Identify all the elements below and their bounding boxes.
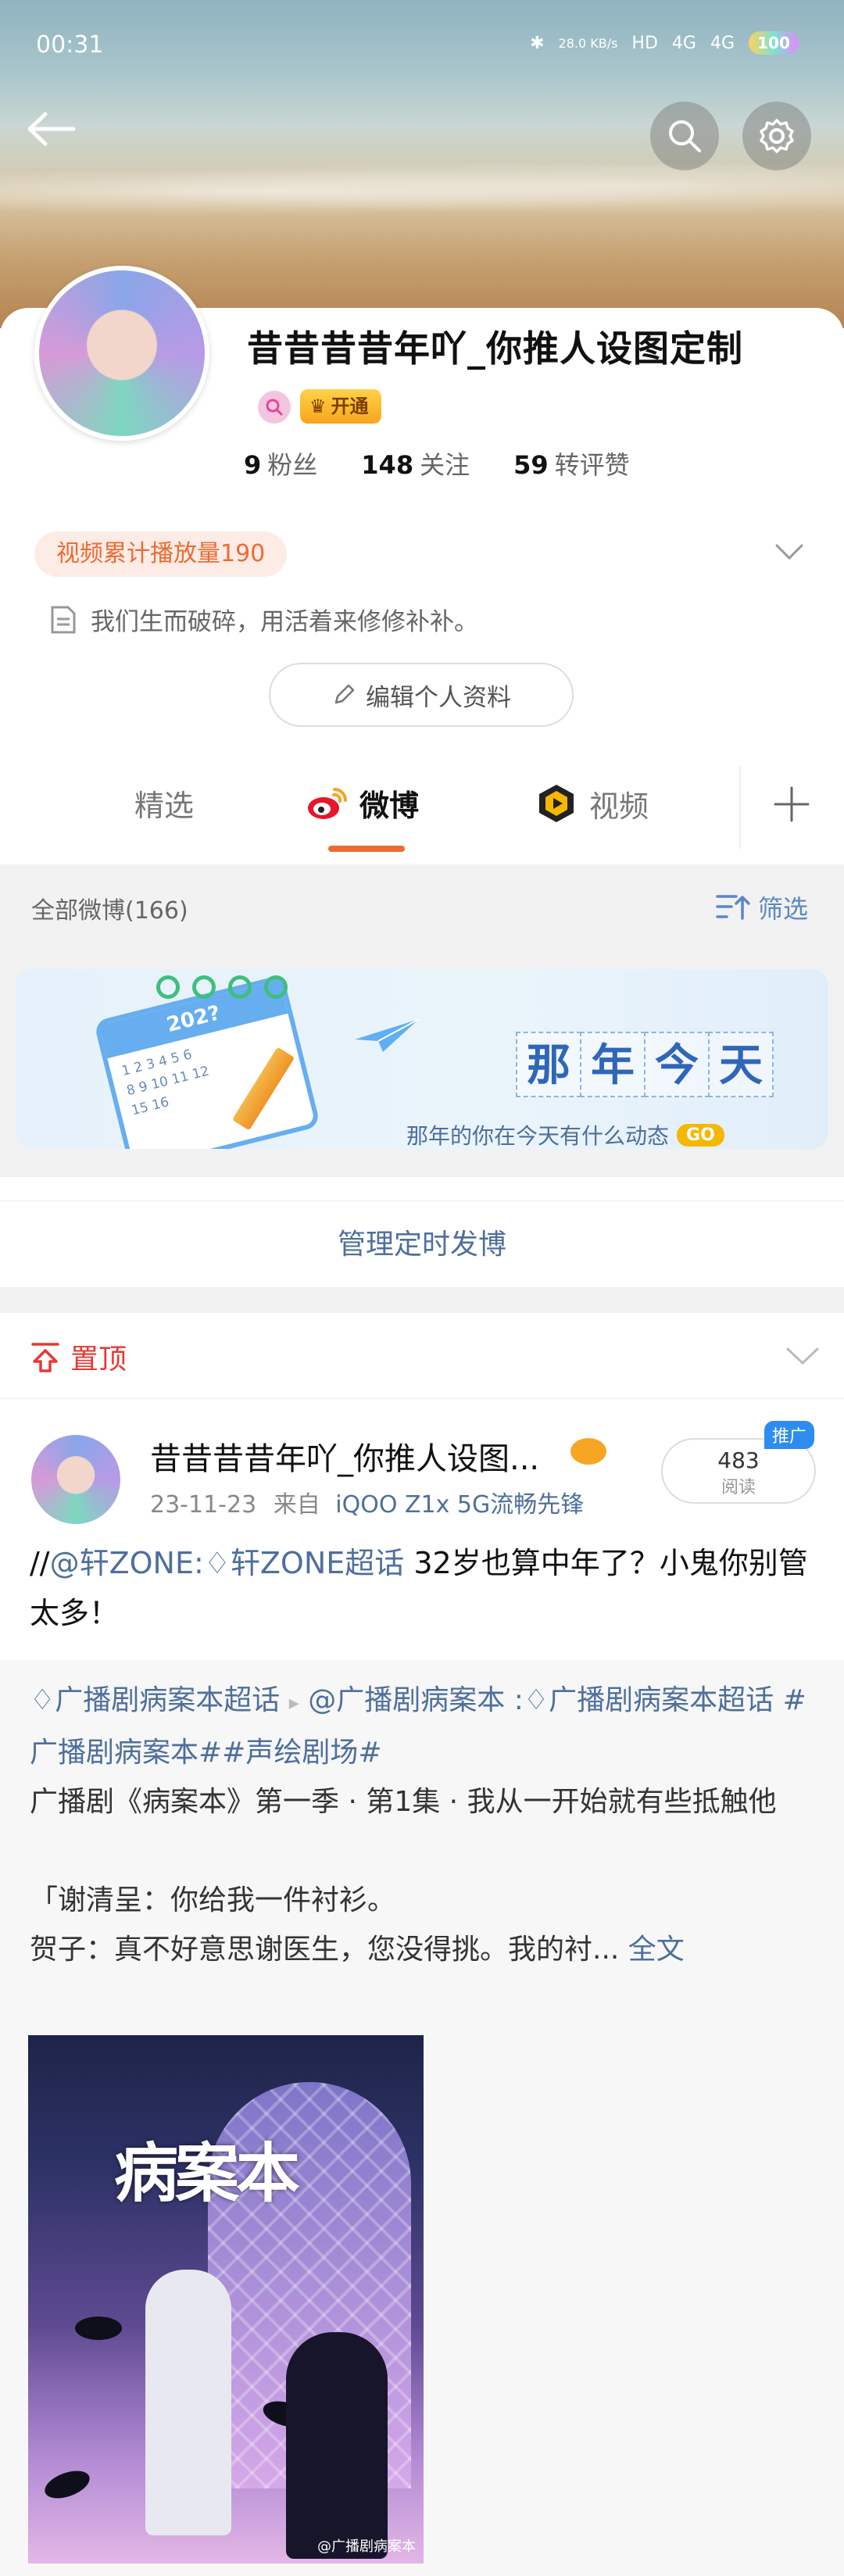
post-author-avatar[interactable] <box>31 1435 120 1524</box>
post-source[interactable]: iQOO Z1x 5G流畅先锋 <box>335 1491 584 1519</box>
back-arrow-icon[interactable] <box>23 109 86 159</box>
go-button[interactable]: GO <box>677 1123 724 1147</box>
character-figure-1 <box>145 2270 231 2535</box>
crown-icon: ♛ <box>309 395 327 417</box>
post-author-name[interactable]: 昔昔昔昔年吖_你推人设图... <box>150 1433 539 1479</box>
repost-text: ♢广播剧病案本超话 ▸ @广播剧病案本 :♢广播剧病案本超话 #广播剧病案本##… <box>30 1684 806 1966</box>
repost-line-2: 「谢清呈：你给我一件衬衫。 <box>30 1884 396 1916</box>
triangle-arrow-icon: ▸ <box>288 1691 299 1715</box>
memory-title: 那 年 今 天 <box>516 1032 774 1097</box>
repost-topic-link[interactable]: 广播剧病案本超话 <box>55 1684 280 1716</box>
settings-button[interactable] <box>742 102 811 170</box>
manage-scheduled-posts-button[interactable]: 管理定时发博 <box>0 1200 844 1288</box>
repost-line-3: 贺子：真不好意思谢医生，您没得挑。我的衬... <box>30 1934 620 1966</box>
gear-icon <box>760 119 794 153</box>
crow-silhouette <box>41 2465 94 2504</box>
add-tab-icon[interactable] <box>772 785 811 827</box>
net-speed: 28.0 KB/s <box>558 35 618 51</box>
super-topic-diamond-icon: ♢ <box>30 1684 55 1716</box>
active-tab-indicator <box>328 846 405 852</box>
memory-subtitle: 那年的你在今天有什么动态 GO <box>406 1119 724 1149</box>
paper-plane-icon <box>352 1016 422 1058</box>
poster-title: 病案本 <box>114 2137 300 2211</box>
full-text-link[interactable]: 全文 <box>628 1934 685 1966</box>
super-topic-diamond-icon: ♢ <box>203 1546 231 1580</box>
tab-divider <box>739 766 741 849</box>
search-icon <box>669 120 701 152</box>
filter-bar: 全部微博(166) 筛选 <box>0 864 844 950</box>
vip-open-label: 开通 <box>331 395 369 417</box>
promote-badge[interactable]: 推广 <box>764 1421 815 1449</box>
status-time: 00:31 <box>36 31 104 59</box>
video-hexagon-icon <box>539 785 574 822</box>
tab-featured[interactable]: 精选 <box>134 782 194 825</box>
post-text: //@轩ZONE:♢轩ZONE超话 32岁也算中年了？小鬼你别管太多！ <box>30 1538 814 1638</box>
memory-banner-section: 202? 1 2 3 4 5 6 8 9 10 11 12 15 16 那 年 … <box>0 950 844 1177</box>
status-icons: ✱ 28.0 KB/s HD 4G 4G 100 <box>530 31 799 55</box>
video-play-count-badge[interactable]: 视频累计播放量190 <box>34 531 288 577</box>
crow-silhouette <box>75 2317 122 2340</box>
verification-badge[interactable] <box>258 391 291 424</box>
filter-sort-icon <box>716 895 750 920</box>
post-menu-chevron-icon[interactable] <box>785 1346 821 1369</box>
tab-weibo[interactable]: 微博 <box>305 782 419 825</box>
filter-button[interactable]: 筛选 <box>716 889 808 925</box>
status-bar: 00:31 ✱ 28.0 KB/s HD 4G 4G 100 <box>0 0 844 94</box>
pencil-icon <box>334 684 355 704</box>
repost-topic-link-2[interactable]: 广播剧病案本超话 <box>549 1684 774 1716</box>
magnifier-badge-icon <box>266 399 283 416</box>
stat-following[interactable]: 148 关注 <box>361 445 470 481</box>
repost-block[interactable]: ♢广播剧病案本超话 ▸ @广播剧病案本 :♢广播剧病案本超话 #广播剧病案本##… <box>0 1660 844 2576</box>
repost-line-1: 广播剧《病案本》第一季 · 第1集 · 我从一开始就有些抵触他 <box>30 1786 777 1818</box>
edit-profile-label: 编辑个人资料 <box>366 683 511 712</box>
memory-banner[interactable]: 202? 1 2 3 4 5 6 8 9 10 11 12 15 16 那 年 … <box>16 969 828 1149</box>
post-header: 昔昔昔昔年吖_你推人设图... 23-11-23 来自 iQOO Z1x 5G流… <box>0 1399 844 1540</box>
pin-top-icon <box>31 1343 59 1372</box>
expand-chevron-icon[interactable] <box>774 542 805 564</box>
avatar[interactable] <box>34 266 209 441</box>
vip-open-button[interactable]: ♛ 开通 <box>300 389 381 424</box>
document-icon <box>51 606 76 633</box>
post-date: 23-11-23 <box>150 1491 257 1519</box>
search-button[interactable] <box>650 102 719 170</box>
pinned-header: 置顶 <box>0 1313 844 1399</box>
super-topic-diamond-icon: ♢ <box>523 1684 549 1716</box>
hd-icon: HD <box>631 33 658 53</box>
signal-icon-2: 4G <box>710 33 735 53</box>
hashtag-link-2[interactable]: #声绘剧场# <box>222 1737 381 1769</box>
profile-stats: 9 粉丝 148 关注 59 转评赞 <box>244 445 630 481</box>
pinned-label: 置顶 <box>30 1336 127 1377</box>
profile-username: 昔昔昔昔年吖_你推人设图定制 <box>247 327 743 370</box>
bio-text: 我们生而破碎，用活着来修修补补。 <box>91 608 478 636</box>
battery-icon: 100 <box>749 31 799 55</box>
poster-watermark: @广播剧病案本 <box>317 2538 416 2555</box>
character-figure-2 <box>286 2332 388 2559</box>
fish-badge-icon <box>570 1438 606 1465</box>
calendar-rings-icon <box>156 975 288 999</box>
all-weibo-count: 全部微博(166) <box>31 897 188 925</box>
weibo-logo-icon <box>308 787 347 819</box>
stat-fans[interactable]: 9 粉丝 <box>244 445 317 481</box>
stat-interactions[interactable]: 59 转评赞 <box>513 445 630 481</box>
bluetooth-icon: ✱ <box>530 33 545 53</box>
post-meta: 23-11-23 来自 iQOO Z1x 5G流畅先锋 <box>150 1485 584 1519</box>
signal-icon-1: 4G <box>671 33 696 53</box>
profile-tabs: 精选 微博 视频 <box>0 766 844 864</box>
repost-mention-link[interactable]: @广播剧病案本 <box>308 1684 505 1716</box>
edit-profile-button[interactable]: 编辑个人资料 <box>269 663 574 727</box>
tab-video[interactable]: 视频 <box>535 782 649 825</box>
profile-bio: 我们生而破碎，用活着来修修补补。 <box>50 602 478 637</box>
post-topic-link[interactable]: 轩ZONE超话 <box>231 1546 404 1580</box>
repost-image[interactable]: 病案本 @广播剧病案本 <box>28 2035 424 2563</box>
section-divider <box>0 1288 844 1313</box>
post-source-prefix: 来自 <box>273 1491 320 1519</box>
post-mention-link[interactable]: @轩ZONE <box>50 1546 194 1580</box>
